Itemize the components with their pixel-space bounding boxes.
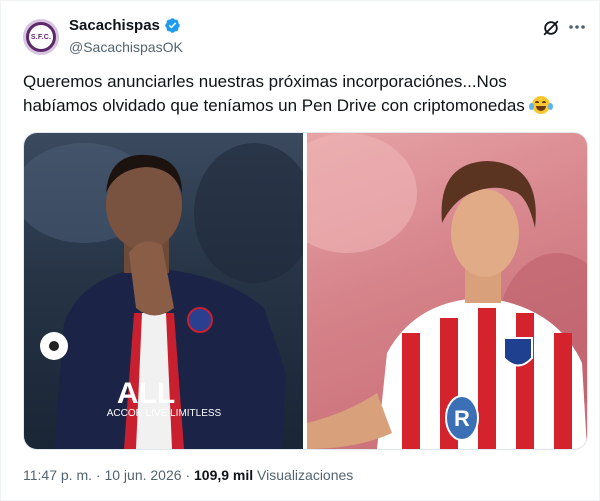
sponsor-letter: R xyxy=(454,406,470,431)
meta-separator-2: · xyxy=(185,467,191,483)
avatar[interactable]: S.F.C. xyxy=(23,19,59,55)
more-dots-icon xyxy=(569,25,585,29)
views-count: 109,9 mil xyxy=(194,467,254,483)
avatar-crest: S.F.C. xyxy=(29,25,53,49)
photo-right-illustration: R xyxy=(307,133,587,449)
tweet-date[interactable]: 10 jun. 2026 xyxy=(104,467,181,483)
jersey-sponsor-text: ACCOR LIVE LIMITLESS xyxy=(107,408,222,419)
photo-right[interactable]: R xyxy=(307,133,587,449)
tweet-card: S.F.C. Sacachispas @SacachispasOK Querem… xyxy=(0,0,600,501)
grok-button[interactable] xyxy=(541,18,561,38)
tweet-media[interactable]: ALL ACCOR LIVE LIMITLESS R xyxy=(23,132,588,450)
tweet-time[interactable]: 11:47 p. m. xyxy=(23,467,92,483)
tears-of-joy-emoji-icon xyxy=(528,96,553,114)
author-display-name[interactable]: Sacachispas xyxy=(69,17,160,34)
more-options-button[interactable] xyxy=(566,17,588,37)
tweet-text: Queremos anunciarles nuestras próximas i… xyxy=(23,70,583,118)
verified-badge-icon xyxy=(165,18,180,33)
grok-icon xyxy=(543,20,559,36)
photo-left-illustration: ALL ACCOR LIVE LIMITLESS xyxy=(24,143,303,449)
tweet-meta: 11:47 p. m. · 10 jun. 2026 · 109,9 mil V… xyxy=(23,467,353,483)
meta-separator: · xyxy=(95,467,101,483)
tweet-text-body: Queremos anunciarles nuestras próximas i… xyxy=(23,72,525,115)
views-label: Visualizaciones xyxy=(257,467,354,483)
avatar-label: S.F.C. xyxy=(30,33,52,41)
author-handle[interactable]: @SacachispasOK xyxy=(69,39,183,55)
author-name-row: Sacachispas xyxy=(69,17,181,34)
photo-left[interactable]: ALL ACCOR LIVE LIMITLESS xyxy=(24,133,303,449)
jersey-letters: ALL xyxy=(117,377,175,410)
